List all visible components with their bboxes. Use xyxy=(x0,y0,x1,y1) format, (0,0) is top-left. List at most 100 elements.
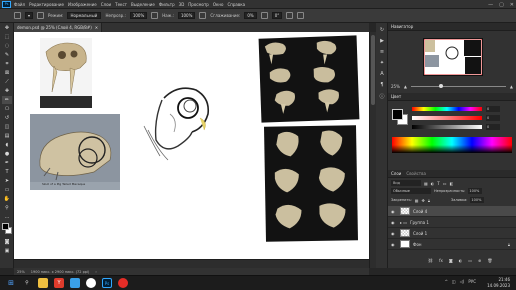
layer-row[interactable]: ◉ Слой 1 xyxy=(388,228,516,239)
actions-panel-icon[interactable]: ▶ xyxy=(378,37,386,45)
layer-name[interactable]: Фон xyxy=(413,242,422,247)
brush-settings-icon[interactable] xyxy=(37,12,45,19)
language-indicator[interactable]: РУС xyxy=(468,279,476,284)
crop-tool-icon[interactable]: ⌗ xyxy=(2,60,12,68)
menu-select[interactable]: Выделение xyxy=(131,2,155,7)
paragraph-panel-icon[interactable]: ¶ xyxy=(378,81,386,89)
properties-tab[interactable]: Свойства xyxy=(406,171,426,176)
layer-name[interactable]: Слой 1 xyxy=(413,231,427,236)
saturation-field[interactable]: 0 xyxy=(486,115,500,121)
app-icon[interactable] xyxy=(70,278,80,288)
close-icon[interactable]: ✕ xyxy=(510,2,514,8)
healing-tool-icon[interactable]: ✚ xyxy=(2,87,12,95)
quick-select-tool-icon[interactable]: ✎ xyxy=(2,51,12,59)
mode-select[interactable]: Нормальный xyxy=(67,12,102,19)
status-arrow-icon[interactable]: › xyxy=(95,270,96,274)
eyedropper-tool-icon[interactable]: ⟋ xyxy=(2,78,12,86)
pressure-size-icon[interactable] xyxy=(286,12,294,19)
navigator-zoom-value[interactable]: 25% xyxy=(391,84,400,89)
windows-start-icon[interactable]: ⊞ xyxy=(6,278,16,288)
menu-3d[interactable]: 3D xyxy=(179,2,185,7)
opacity-field[interactable]: 100% xyxy=(129,12,148,19)
eraser-tool-icon[interactable]: ◫ xyxy=(2,123,12,131)
horizontal-scrollbar[interactable] xyxy=(14,259,369,268)
filter-type-icon[interactable]: T xyxy=(437,181,439,186)
volume-icon[interactable]: ◁) xyxy=(460,279,465,284)
gradient-tool-icon[interactable]: ▤ xyxy=(2,132,12,140)
menu-view[interactable]: Просмотр xyxy=(188,2,209,7)
stamp-tool-icon[interactable]: ⎔ xyxy=(2,105,12,113)
airbrush-icon[interactable] xyxy=(199,12,207,19)
brush-panel-icon[interactable]: ✦ xyxy=(378,59,386,67)
layers-filter-select[interactable]: Вид xyxy=(391,180,421,186)
visibility-eye-icon[interactable]: ◉ xyxy=(391,209,397,214)
hand-tool-icon[interactable]: ✋ xyxy=(2,195,12,203)
history-panel-icon[interactable]: ↻ xyxy=(378,26,386,34)
zoom-in-icon[interactable]: ▲ xyxy=(510,84,513,89)
frame-tool-icon[interactable]: ⊠ xyxy=(2,69,12,77)
vertical-scroll-thumb[interactable] xyxy=(371,35,375,105)
menu-filter[interactable]: Фильтр xyxy=(159,2,175,7)
photoshop-taskbar-icon[interactable]: Ps xyxy=(102,278,112,288)
delete-layer-icon[interactable]: 🗑︎ xyxy=(487,258,492,263)
record-app-icon[interactable] xyxy=(118,278,128,288)
brightness-slider[interactable] xyxy=(412,125,482,129)
search-icon[interactable]: ⚲ xyxy=(22,278,32,288)
screen-mode-icon[interactable]: ▣ xyxy=(2,247,12,255)
character-panel-icon[interactable]: A xyxy=(378,70,386,78)
layer-row[interactable]: ◉ ▸ ▭ Группа 1 xyxy=(388,217,516,228)
link-layers-icon[interactable]: ⛓ xyxy=(428,258,433,263)
menu-edit[interactable]: Редактирование xyxy=(29,2,64,7)
properties-panel-icon[interactable]: ≡ xyxy=(378,48,386,56)
layer-row[interactable]: ◉ Фон 🔒︎ xyxy=(388,239,516,250)
status-zoom[interactable]: 25% xyxy=(17,270,25,274)
new-group-icon[interactable]: ▭ xyxy=(468,258,472,263)
smoothing-field[interactable]: 0% xyxy=(244,12,257,19)
menu-window[interactable]: Окно xyxy=(213,2,224,7)
color-spectrum-gradient[interactable] xyxy=(392,137,512,153)
history-brush-tool-icon[interactable]: ↺ xyxy=(2,114,12,122)
clock[interactable]: 21:46 14.09.2023 xyxy=(487,277,510,289)
shape-tool-icon[interactable]: ▭ xyxy=(2,186,12,194)
brush-size-picker[interactable]: ▾ xyxy=(25,12,34,19)
network-icon[interactable]: ◫ xyxy=(452,279,456,284)
angle-field[interactable]: 0° xyxy=(271,12,283,19)
dodge-tool-icon[interactable]: ● xyxy=(2,150,12,158)
minimize-icon[interactable]: — xyxy=(488,2,493,8)
pen-tool-icon[interactable]: ✒ xyxy=(2,159,12,167)
maximize-icon[interactable]: ▢ xyxy=(499,2,504,8)
quick-mask-icon[interactable]: ◙ xyxy=(2,238,12,246)
document-canvas[interactable]: Skull of a Pig Tailed Macaque xyxy=(14,32,370,265)
lock-position-icon[interactable]: ✥ xyxy=(422,198,425,203)
chrome-icon[interactable] xyxy=(86,278,96,288)
pressure-field[interactable]: 100% xyxy=(177,12,196,19)
zoom-tool-icon[interactable]: ⚲ xyxy=(2,204,12,212)
hue-slider[interactable] xyxy=(412,107,482,111)
blur-tool-icon[interactable]: ◖ xyxy=(2,141,12,149)
brightness-field[interactable]: 0 xyxy=(486,124,500,130)
path-select-tool-icon[interactable]: ➤ xyxy=(2,177,12,185)
filter-pixel-icon[interactable]: ▦ xyxy=(424,181,428,186)
info-panel-icon[interactable]: ⓘ xyxy=(378,92,386,100)
lock-pixels-icon[interactable]: ▦ xyxy=(415,198,419,203)
smoothing-settings-icon[interactable] xyxy=(260,12,268,19)
symmetry-icon[interactable] xyxy=(297,12,305,19)
yandex-browser-icon[interactable]: Y xyxy=(54,278,64,288)
navigator-preview[interactable] xyxy=(423,38,483,76)
saturation-slider[interactable] xyxy=(412,116,482,120)
zoom-out-icon[interactable]: ▲ xyxy=(404,84,407,89)
filter-smart-icon[interactable]: ◧ xyxy=(450,181,454,186)
new-layer-icon[interactable]: ⊕ xyxy=(478,258,481,263)
layer-row[interactable]: ◉ Слой 4 xyxy=(388,206,516,217)
adjustment-layer-icon[interactable]: ◐ xyxy=(459,258,463,263)
layer-opacity-field[interactable]: 100% xyxy=(468,188,483,194)
menu-file[interactable]: Файл xyxy=(14,2,25,7)
layers-tab[interactable]: Слои xyxy=(391,171,401,176)
add-mask-icon[interactable]: ◙ xyxy=(449,258,453,263)
tray-up-icon[interactable]: ^ xyxy=(445,279,448,284)
menu-layers[interactable]: Слои xyxy=(101,2,111,7)
file-explorer-icon[interactable] xyxy=(38,278,48,288)
color-tab[interactable]: Цвет xyxy=(391,94,401,99)
lock-all-icon[interactable]: 🔒︎ xyxy=(428,198,430,203)
filter-adjustment-icon[interactable]: ◐ xyxy=(431,181,435,186)
